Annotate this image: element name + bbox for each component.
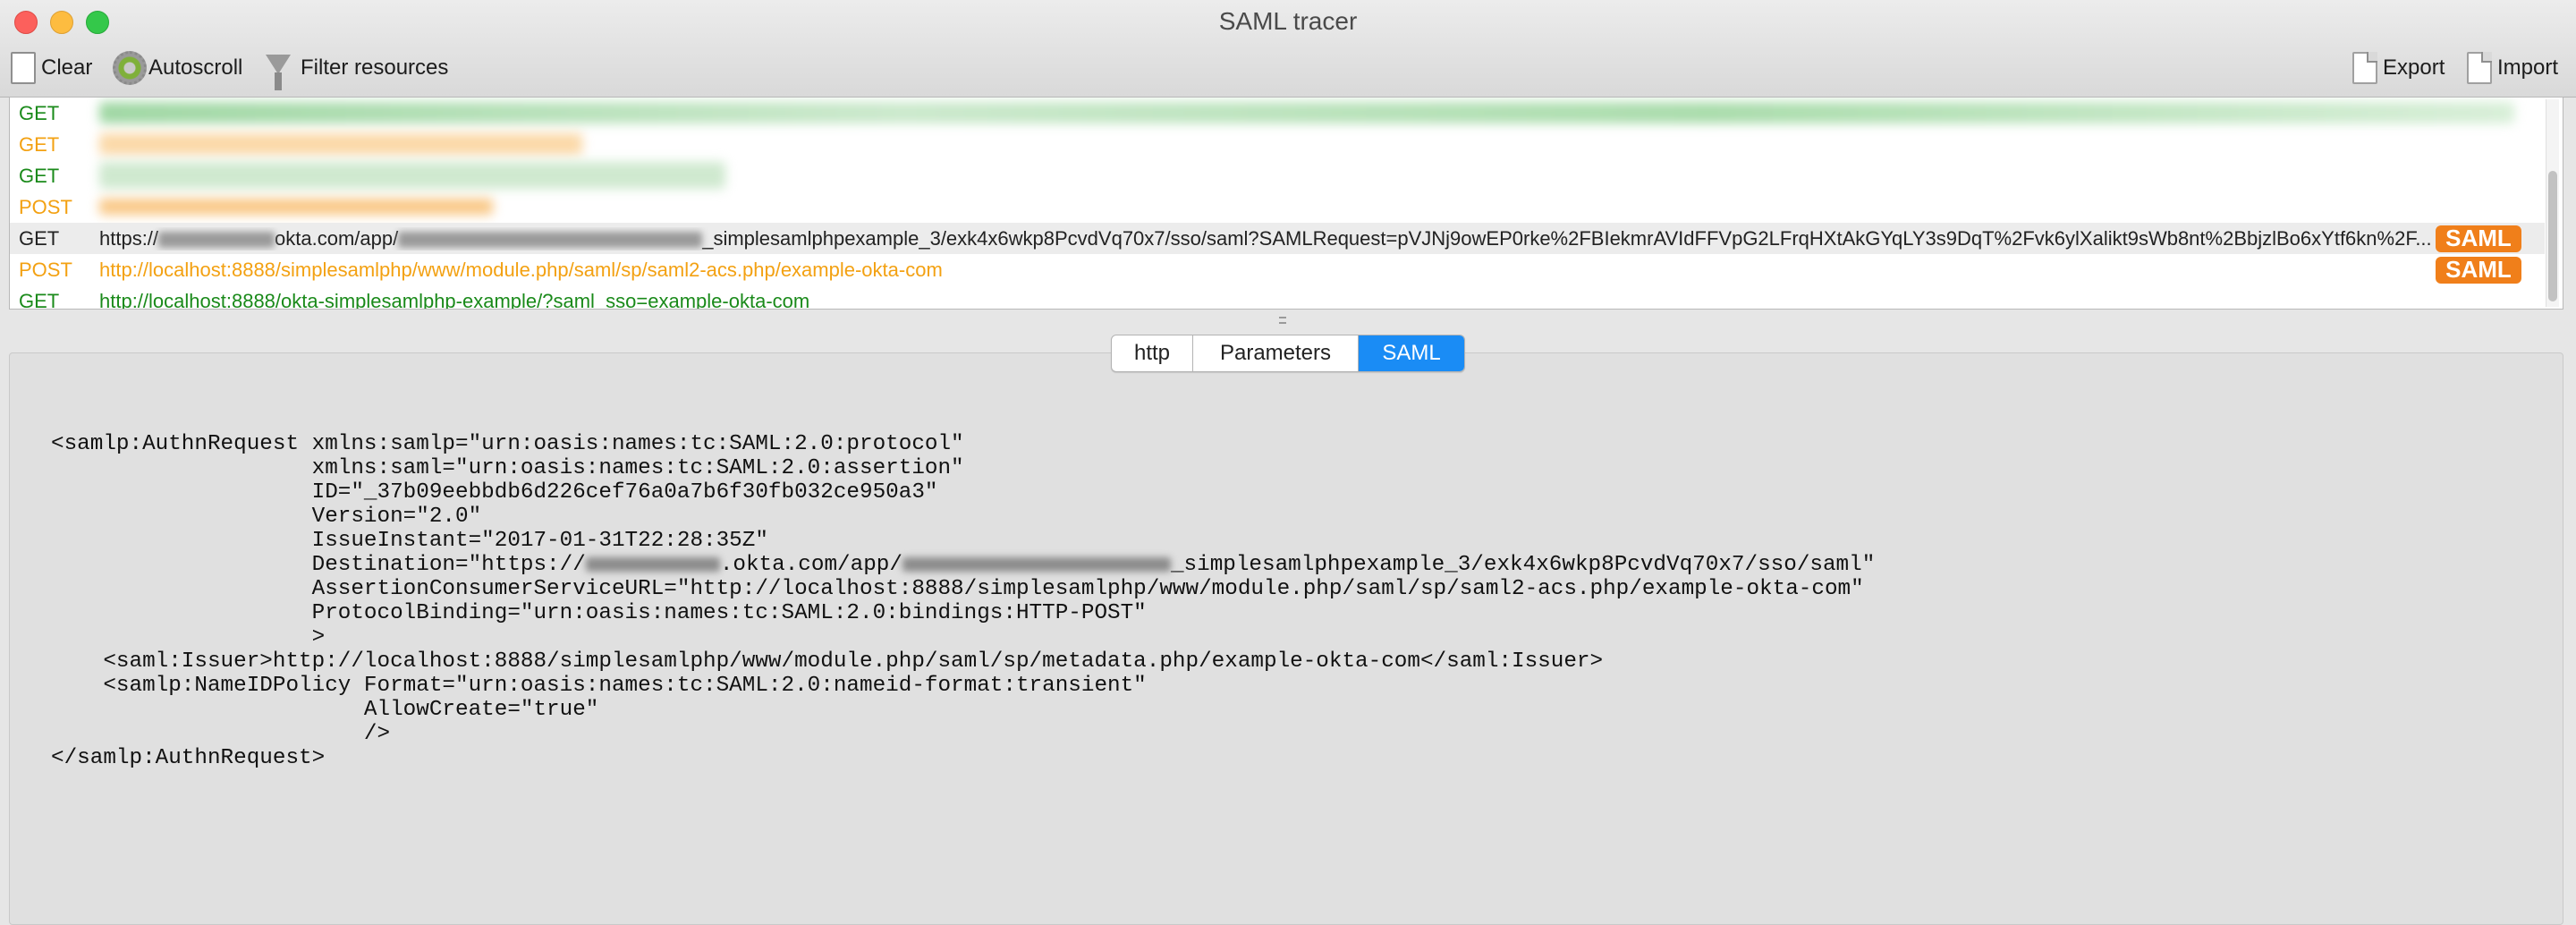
request-url: https://okta.com/app/_simplesamlphpexamp… (99, 226, 2432, 250)
filter-resources-label: Filter resources (301, 55, 449, 80)
redacted-url (99, 162, 725, 189)
request-method: POST (19, 258, 72, 281)
saml-badge: SAML (2436, 256, 2521, 284)
request-method: GET (19, 289, 60, 310)
request-list[interactable]: GET GET GET POST GET https://okta.com/ap… (9, 97, 2563, 310)
redacted-text (902, 556, 1171, 572)
autoscroll-icon (113, 51, 147, 85)
tab-saml[interactable]: SAML (1359, 335, 1464, 371)
redacted-url (99, 133, 582, 155)
export-icon (2352, 52, 2377, 84)
request-method: GET (19, 226, 60, 250)
autoscroll-label: Autoscroll (148, 55, 243, 80)
request-method: POST (19, 195, 72, 218)
tab-http[interactable]: http (1112, 335, 1193, 371)
request-row[interactable]: GET (10, 160, 2545, 191)
redacted-url (99, 102, 2514, 123)
scrollbar-thumb[interactable] (2548, 171, 2557, 301)
redacted-text (398, 231, 703, 248)
request-row[interactable]: POST (10, 191, 2545, 223)
funnel-icon (265, 50, 292, 90)
saml-xml-view: <samlp:AuthnRequest xmlns:samlp="urn:oas… (51, 432, 1876, 770)
import-button[interactable]: Import (2467, 50, 2558, 86)
pane-splitter-handle[interactable] (1279, 317, 1286, 324)
detail-tabs: http Parameters SAML (1111, 335, 1465, 372)
clear-label: Clear (41, 55, 93, 80)
request-row-selected[interactable]: GET https://okta.com/app/_simplesamlphpe… (10, 223, 2545, 254)
autoscroll-toggle[interactable]: Autoscroll (113, 50, 242, 86)
window-title: SAML tracer (1218, 7, 1358, 35)
import-label: Import (2497, 55, 2559, 80)
request-row[interactable]: GET (10, 129, 2545, 160)
clear-button[interactable]: Clear (11, 50, 92, 86)
redacted-url (99, 199, 493, 215)
request-row[interactable]: POST http://localhost:8888/simplesamlphp… (10, 254, 2545, 285)
request-method: GET (19, 164, 60, 187)
redacted-text (585, 556, 720, 572)
request-row[interactable]: GET http://localhost:8888/okta-simplesam… (10, 285, 2545, 310)
request-url: http://localhost:8888/okta-simplesamlphp… (99, 289, 810, 310)
filter-resources-button[interactable]: Filter resources (265, 50, 449, 90)
request-url: http://localhost:8888/simplesamlphp/www/… (99, 258, 943, 281)
request-list-scrollbar[interactable] (2546, 99, 2559, 307)
clear-icon (11, 52, 36, 84)
request-method: GET (19, 101, 60, 124)
request-method: GET (19, 132, 60, 156)
saml-badge: SAML (2436, 225, 2521, 252)
window-chrome: SAML tracer Clear Autoscroll Filter reso… (0, 0, 2576, 98)
export-label: Export (2383, 55, 2445, 80)
redacted-text (158, 231, 275, 248)
export-button[interactable]: Export (2352, 50, 2445, 86)
detail-panel: <samlp:AuthnRequest xmlns:samlp="urn:oas… (9, 352, 2563, 925)
import-icon (2467, 52, 2492, 84)
tab-parameters[interactable]: Parameters (1193, 335, 1359, 371)
request-row[interactable]: GET (10, 98, 2545, 129)
